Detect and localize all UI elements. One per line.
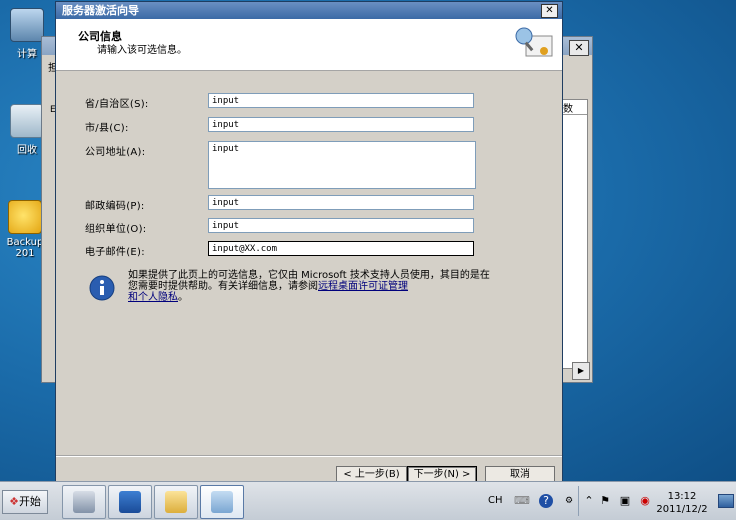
taskbar: ❖开始 CH ⌨ ? ⚙ ⌃ ⚑ ▣ ◉ 13:12 2011/12/2: [0, 481, 736, 520]
clock-date: 2011/12/2: [656, 504, 708, 515]
privacy-info-body: 如果提供了此页上的可选信息，它仅由 Microsoft 技术支持人员使用，其目的…: [128, 270, 490, 292]
email-label: 电子邮件(E):: [85, 247, 145, 258]
scroll-right-icon[interactable]: ▶: [572, 362, 590, 380]
windows-logo-icon: ❖: [9, 495, 19, 508]
privacy-link[interactable]: 和个人隐私: [128, 292, 178, 303]
button-separator: [56, 455, 562, 457]
wizard-header: 公司信息 请输入该可选信息。: [56, 19, 562, 71]
start-label: 开始: [18, 495, 41, 508]
wizard-titlebar[interactable]: 服务器激活向导: [56, 2, 562, 19]
server-manager-icon: [73, 491, 95, 513]
background-window-close-button[interactable]: ✕: [569, 40, 589, 56]
privacy-info-end: 。: [178, 292, 188, 303]
show-desktop-icon[interactable]: [718, 494, 734, 508]
wizard-close-button[interactable]: ✕: [541, 4, 558, 18]
recycle-bin-icon: [10, 104, 44, 138]
options-icon[interactable]: ⚙: [562, 494, 576, 508]
province-label: 省/自治区(S):: [85, 99, 149, 110]
desktop-icon-label: Backup: [6, 237, 44, 248]
city-label: 市/县(C):: [85, 123, 129, 134]
start-button[interactable]: ❖开始: [2, 490, 48, 514]
language-indicator[interactable]: CH: [488, 495, 503, 506]
city-input[interactable]: input: [208, 117, 474, 132]
province-input[interactable]: input: [208, 93, 474, 108]
list-column-header[interactable]: 数: [563, 100, 587, 115]
organization-unit-input[interactable]: input: [208, 218, 474, 233]
help-icon[interactable]: ?: [539, 494, 553, 508]
taskbar-powershell-button[interactable]: [108, 485, 152, 519]
tray-divider: [578, 486, 579, 516]
email-input[interactable]: input@XX.com: [208, 241, 474, 256]
system-tray: CH ⌨ ? ⚙ ⌃ ⚑ ▣ ◉ 13:12 2011/12/2: [478, 486, 736, 516]
show-hidden-icons-icon[interactable]: ⌃: [582, 494, 596, 508]
desktop-icon-label-2: 201: [15, 248, 35, 259]
powershell-icon: [119, 491, 141, 513]
flag-icon[interactable]: ⚑: [598, 494, 612, 508]
desktop-icon-label: 回收: [17, 145, 37, 156]
clock-time: 13:12: [667, 491, 697, 502]
address-textarea[interactable]: input: [208, 141, 476, 189]
postal-code-input[interactable]: input: [208, 195, 474, 210]
page-subtitle: 请输入该可选信息。: [97, 45, 187, 56]
license-wizard-icon: [211, 491, 233, 513]
postal-code-label: 邮政编码(P):: [85, 201, 145, 212]
organization-unit-label: 组织单位(O):: [85, 224, 147, 235]
license-management-link[interactable]: 远程桌面许可证管理: [318, 281, 408, 292]
taskbar-server-manager-button[interactable]: [62, 485, 106, 519]
license-certificate-icon: [515, 27, 553, 57]
volume-muted-icon[interactable]: ◉: [638, 494, 652, 508]
computer-icon: [10, 8, 44, 42]
wizard-title: 服务器激活向导: [62, 4, 139, 17]
background-window-list[interactable]: 数: [562, 99, 588, 369]
taskbar-activation-wizard-button[interactable]: [200, 485, 244, 519]
clock[interactable]: 13:12 2011/12/2: [652, 490, 712, 516]
activation-wizard-dialog: 服务器激活向导 ✕ 公司信息 请输入该可选信息。 省/自治区(S): input…: [55, 1, 563, 483]
backup-icon: [8, 200, 42, 234]
info-icon: [89, 275, 115, 301]
desktop-icon-label: 计算: [17, 49, 37, 60]
keyboard-icon[interactable]: ⌨: [514, 494, 530, 508]
address-label: 公司地址(A):: [85, 147, 146, 158]
taskbar-explorer-button[interactable]: [154, 485, 198, 519]
network-icon[interactable]: ▣: [618, 494, 632, 508]
folder-icon: [165, 491, 187, 513]
privacy-info-text: 如果提供了此页上的可选信息，它仅由 Microsoft 技术支持人员使用，其目的…: [128, 270, 493, 303]
